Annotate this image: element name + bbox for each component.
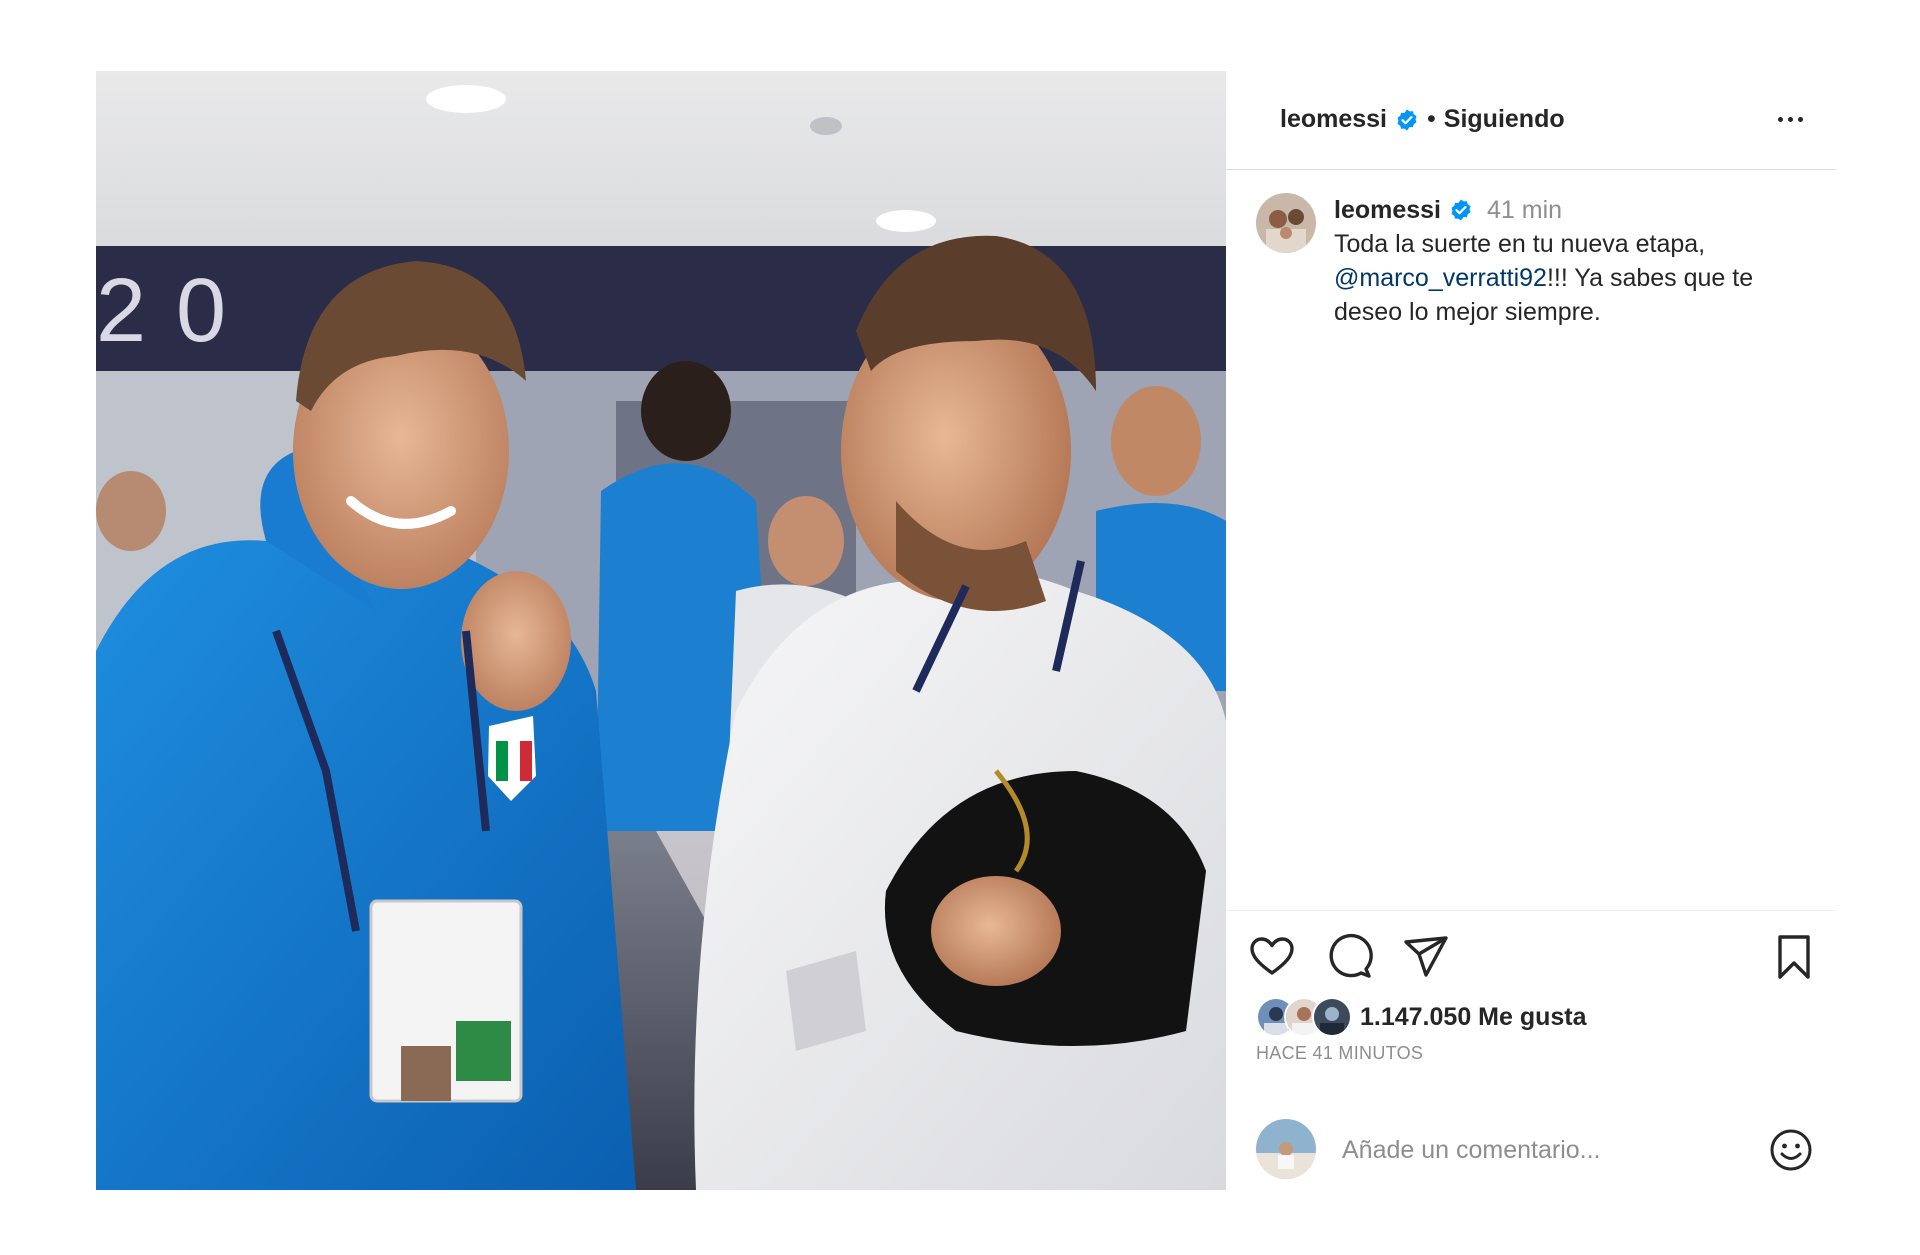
follow-status-button[interactable]: Siguiendo (1444, 105, 1565, 134)
current-user-avatar-image (1256, 1119, 1316, 1179)
more-options-icon[interactable] (1770, 99, 1810, 139)
caption-username[interactable]: leomessi (1334, 193, 1441, 227)
post-header: leomessi • Siguiendo (1226, 71, 1836, 170)
caption-mention-link[interactable]: @marco_verratti92 (1334, 264, 1547, 292)
liker-avatar (1312, 997, 1352, 1037)
caption-text-before: Toda la suerte en tu nueva etapa, (1334, 230, 1706, 258)
caption-body: leomessi 41 min Toda la suerte en tu nue… (1334, 193, 1804, 329)
heart-icon[interactable] (1248, 933, 1296, 981)
post-details-panel: leomessi • Siguiendo leomessi 41 min Tod… (1226, 71, 1836, 1190)
caption-time[interactable]: 41 min (1487, 193, 1562, 227)
avatar-image (1256, 193, 1316, 253)
header-user: leomessi • Siguiendo (1280, 105, 1565, 134)
comment-bubble-icon[interactable] (1326, 933, 1374, 981)
post-image[interactable]: 20 (96, 71, 1226, 1190)
verified-badge-icon (1451, 199, 1471, 221)
action-bar (1248, 933, 1818, 983)
svg-text:20: 20 (96, 261, 256, 361)
avatar (1256, 1119, 1316, 1179)
post-time-ago[interactable]: HACE 41 MINUTOS (1256, 1043, 1423, 1064)
post-photo: 20 (96, 71, 1226, 1190)
comment-input[interactable] (1340, 1129, 1744, 1171)
likes-summary[interactable]: 1.147.050 Me gusta (1256, 997, 1587, 1037)
divider (1226, 910, 1836, 911)
likes-count[interactable]: 1.147.050 Me gusta (1360, 1003, 1587, 1032)
avatar[interactable] (1256, 193, 1316, 253)
verified-badge-icon (1397, 109, 1417, 130)
paper-plane-icon[interactable] (1402, 933, 1450, 981)
header-username[interactable]: leomessi (1280, 105, 1387, 134)
header-separator: • (1427, 105, 1436, 133)
caption-text: Toda la suerte en tu nueva etapa, @marco… (1334, 227, 1804, 329)
caption-head: leomessi 41 min (1334, 193, 1804, 227)
bookmark-icon[interactable] (1770, 933, 1818, 981)
smiley-icon[interactable] (1768, 1127, 1814, 1173)
comment-composer (1226, 1111, 1836, 1190)
